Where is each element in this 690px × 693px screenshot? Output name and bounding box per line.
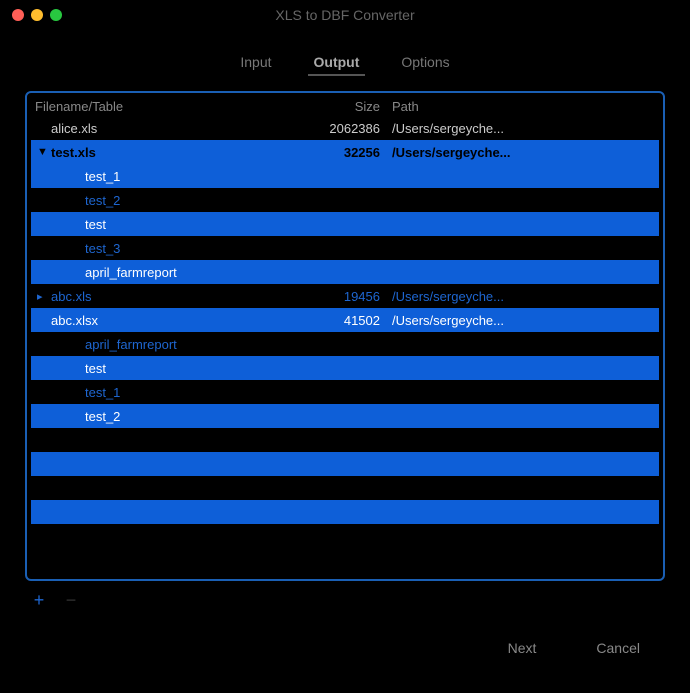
cell-filename-text: abc.xlsx xyxy=(51,313,98,328)
next-button[interactable]: Next xyxy=(498,636,547,660)
table-row[interactable]: test_1 xyxy=(31,164,659,188)
table-row[interactable]: alice.xls 2062386/Users/sergeyche... xyxy=(31,116,659,140)
plus-icon: + xyxy=(34,590,45,611)
cell-filename: abc.xlsx xyxy=(31,313,296,328)
file-list-frame: Filename/Table Size Path alice.xls 206238… xyxy=(25,91,665,581)
table-row[interactable]: test xyxy=(31,212,659,236)
cell-filename-text: abc.xls xyxy=(51,289,91,304)
cell-filename: test_2 xyxy=(31,193,296,208)
cell-path: /Users/sergeyche... xyxy=(386,289,659,304)
app-window: XLS to DBF Converter Input Output Option… xyxy=(0,0,690,693)
cell-filename-text: test_1 xyxy=(85,385,120,400)
table-row[interactable] xyxy=(31,476,659,500)
cell-filename: april_farmreport xyxy=(31,337,296,352)
disclosure-down-icon[interactable]: ▼ xyxy=(37,146,51,158)
table-row[interactable]: test_1 xyxy=(31,380,659,404)
cell-filename: test_1 xyxy=(31,169,296,184)
header-filename[interactable]: Filename/Table xyxy=(31,99,296,114)
add-button[interactable]: + xyxy=(28,589,50,611)
cell-filename: test xyxy=(31,361,296,376)
table-header: Filename/Table Size Path xyxy=(31,97,659,116)
table-row[interactable]: test xyxy=(31,356,659,380)
table-row[interactable]: april_farmreport xyxy=(31,260,659,284)
titlebar: XLS to DBF Converter xyxy=(0,0,690,30)
cell-size: 32256 xyxy=(296,145,386,160)
cell-filename: test_2 xyxy=(31,409,296,424)
table-row[interactable] xyxy=(31,500,659,524)
tab-options[interactable]: Options xyxy=(395,50,455,76)
tab-bar: Input Output Options xyxy=(0,30,690,91)
file-table: Filename/Table Size Path alice.xls 206238… xyxy=(31,97,659,575)
cell-path: /Users/sergeyche... xyxy=(386,121,659,136)
cell-filename-text: test_1 xyxy=(85,169,120,184)
cell-filename: alice.xls xyxy=(31,121,296,136)
cell-filename-text: test xyxy=(85,217,106,232)
cell-filename-text: test_2 xyxy=(85,193,120,208)
cell-filename-text: april_farmreport xyxy=(85,265,177,280)
table-row[interactable]: test_2 xyxy=(31,404,659,428)
cell-path: /Users/sergeyche... xyxy=(386,313,659,328)
cell-filename: ▼test.xls xyxy=(31,145,296,160)
table-row[interactable]: ▼test.xls32256/Users/sergeyche... xyxy=(31,140,659,164)
cell-filename-text: test xyxy=(85,361,106,376)
footer-buttons: Next Cancel xyxy=(0,611,690,660)
cell-filename-text: test_3 xyxy=(85,241,120,256)
table-row[interactable] xyxy=(31,452,659,476)
disclosure-right-icon[interactable]: ▸ xyxy=(37,290,51,303)
cell-filename: test_3 xyxy=(31,241,296,256)
table-row[interactable] xyxy=(31,524,659,548)
window-title: XLS to DBF Converter xyxy=(0,7,690,23)
table-row[interactable]: test_2 xyxy=(31,188,659,212)
tab-input[interactable]: Input xyxy=(234,50,277,76)
cell-filename: test xyxy=(31,217,296,232)
cell-filename-text: april_farmreport xyxy=(85,337,177,352)
cell-filename-text: test_2 xyxy=(85,409,120,424)
header-size[interactable]: Size xyxy=(296,99,386,114)
cell-size: 2062386 xyxy=(296,121,386,136)
table-row[interactable] xyxy=(31,428,659,452)
cell-filename: april_farmreport xyxy=(31,265,296,280)
cell-size: 41502 xyxy=(296,313,386,328)
cell-filename: ▸abc.xls xyxy=(31,289,296,304)
table-row[interactable]: ▸abc.xls19456/Users/sergeyche... xyxy=(31,284,659,308)
table-row[interactable]: april_farmreport xyxy=(31,332,659,356)
cell-filename-text: test.xls xyxy=(51,145,96,160)
cell-filename: test_1 xyxy=(31,385,296,400)
file-controls: + − xyxy=(0,581,690,611)
table-body: alice.xls2062386/Users/sergeyche...▼test… xyxy=(31,116,659,548)
table-row[interactable]: abc.xlsx 41502/Users/sergeyche... xyxy=(31,308,659,332)
cancel-button[interactable]: Cancel xyxy=(586,636,650,660)
cell-path: /Users/sergeyche... xyxy=(386,145,659,160)
tab-output[interactable]: Output xyxy=(308,50,366,76)
cell-size: 19456 xyxy=(296,289,386,304)
table-row[interactable]: test_3 xyxy=(31,236,659,260)
header-path[interactable]: Path xyxy=(386,99,659,114)
cell-filename-text: alice.xls xyxy=(51,121,97,136)
remove-button[interactable]: − xyxy=(60,589,82,611)
minus-icon: − xyxy=(66,590,77,611)
